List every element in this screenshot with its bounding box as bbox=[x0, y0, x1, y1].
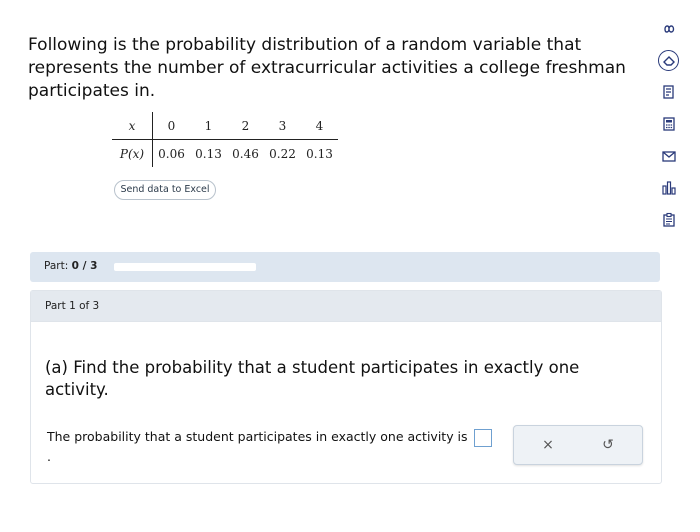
notes-icon[interactable] bbox=[658, 81, 680, 103]
question-text: (a) Find the probability that a student … bbox=[45, 358, 580, 399]
x-value: 0 bbox=[152, 112, 190, 140]
progress-prefix: Part: bbox=[44, 260, 69, 272]
x-value: 3 bbox=[264, 112, 301, 140]
x-row: x 0 1 2 3 4 bbox=[112, 112, 338, 140]
x-value: 2 bbox=[227, 112, 264, 140]
progress-label: Part: 0 / 3 bbox=[44, 260, 97, 272]
answer-sentence: The probability that a student participa… bbox=[47, 427, 497, 467]
right-toolbar bbox=[656, 18, 682, 241]
eraser-icon[interactable] bbox=[658, 50, 679, 71]
x-header: x bbox=[112, 112, 153, 140]
p-value: 0.13 bbox=[195, 146, 222, 161]
problem-statement: Following is the probability distributio… bbox=[28, 35, 626, 101]
px-row: P(x) 0.06 0.13 0.46 0.22 0.13 bbox=[112, 139, 338, 167]
calculator-icon[interactable] bbox=[658, 113, 680, 135]
infinity-icon[interactable] bbox=[658, 18, 680, 40]
clipboard-icon[interactable] bbox=[658, 209, 680, 231]
part-progress-bar: Part: 0 / 3 bbox=[30, 252, 660, 282]
answer-input[interactable] bbox=[473, 428, 492, 447]
mail-icon[interactable] bbox=[658, 145, 680, 167]
progress-track bbox=[114, 263, 256, 271]
progress-value: 0 / 3 bbox=[71, 260, 98, 272]
probability-distribution-table: x 0 1 2 3 4 P(x) 0.06 0.13 0.46 0.22 0.1… bbox=[112, 112, 338, 167]
part-header: Part 1 of 3 bbox=[31, 291, 661, 322]
x-value: 4 bbox=[301, 112, 338, 140]
p-value: 0.46 bbox=[232, 146, 259, 161]
part-card: Part 1 of 3 (a) Find the probability tha… bbox=[30, 290, 662, 484]
answer-suffix: . bbox=[47, 449, 51, 464]
answer-tool-panel: × ↺ bbox=[513, 425, 643, 465]
clear-button[interactable]: × bbox=[538, 435, 558, 455]
p-value: 0.06 bbox=[158, 146, 185, 161]
undo-button[interactable]: ↺ bbox=[598, 435, 618, 455]
p-value: 0.22 bbox=[269, 146, 296, 161]
p-value: 0.13 bbox=[306, 146, 333, 161]
x-value: 1 bbox=[190, 112, 227, 140]
part-header-label: Part 1 of 3 bbox=[45, 300, 100, 312]
px-header: P(x) bbox=[112, 139, 153, 167]
bar-chart-icon[interactable] bbox=[658, 177, 680, 199]
answer-prefix: The probability that a student participa… bbox=[47, 429, 468, 444]
send-data-to-excel-button[interactable]: Send data to Excel bbox=[114, 180, 216, 200]
